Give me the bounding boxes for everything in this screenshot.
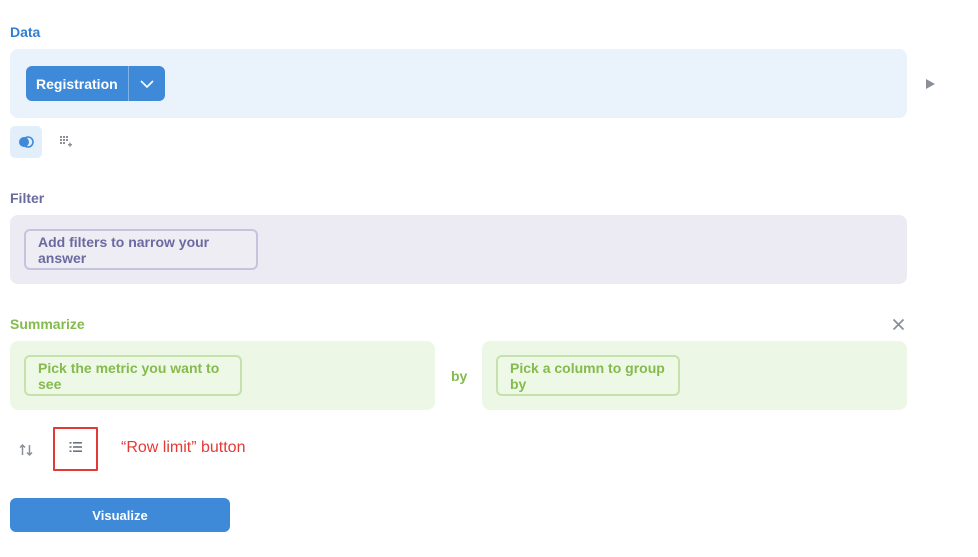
row-limit-icon [69, 440, 83, 458]
play-triangle-icon[interactable] [925, 77, 936, 95]
pick-group-column-button[interactable]: Pick a column to group by [496, 355, 680, 396]
visualize-button[interactable]: Visualize [10, 498, 230, 532]
add-filter-button[interactable]: Add filters to narrow your answer [24, 229, 258, 270]
row-limit-button[interactable] [53, 427, 98, 471]
close-icon[interactable] [892, 318, 905, 336]
data-section-label: Data [10, 24, 41, 40]
table-name: Registration [36, 75, 118, 92]
filter-section-label: Filter [10, 190, 45, 206]
by-label: by [451, 368, 468, 384]
custom-column-icon[interactable] [58, 134, 74, 150]
table-select-button[interactable]: Registration [26, 66, 165, 101]
pick-metric-button[interactable]: Pick the metric you want to see [24, 355, 242, 396]
sort-icon[interactable] [18, 442, 34, 463]
row-limit-annotation: “Row limit” button [121, 439, 246, 456]
join-icon[interactable] [10, 126, 42, 158]
summarize-section-label: Summarize [10, 316, 85, 332]
chevron-down-icon[interactable] [129, 66, 165, 101]
